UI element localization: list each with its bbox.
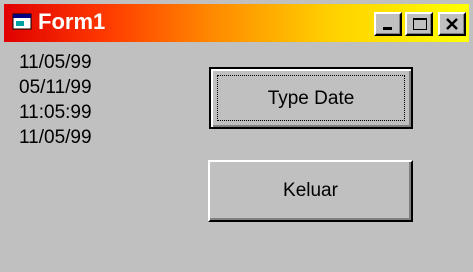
maximize-button[interactable] [405, 12, 433, 36]
date-output-list: 11/05/99 05/11/99 11:05:99 11/05/99 [19, 50, 92, 150]
type-date-button[interactable]: Type Date [209, 67, 413, 129]
keluar-button-label: Keluar [283, 180, 338, 201]
title-bar[interactable]: Form1 [4, 4, 469, 42]
window-title: Form1 [38, 9, 106, 34]
minimize-icon [383, 27, 392, 30]
keluar-button[interactable]: Keluar [208, 160, 413, 222]
form-window-icon[interactable] [12, 13, 32, 31]
close-icon [446, 18, 458, 30]
minimize-button[interactable] [374, 12, 402, 36]
date-line: 11:05:99 [19, 102, 92, 123]
close-button[interactable] [438, 12, 466, 36]
date-line: 11/05/99 [19, 127, 92, 148]
date-line: 11/05/99 [19, 52, 92, 73]
form-window: Form1 11/05/99 05/11/99 11:05:99 11/05/9… [0, 0, 473, 272]
type-date-button-label: Type Date [267, 88, 355, 109]
maximize-icon [413, 18, 427, 30]
date-line: 05/11/99 [19, 77, 92, 98]
